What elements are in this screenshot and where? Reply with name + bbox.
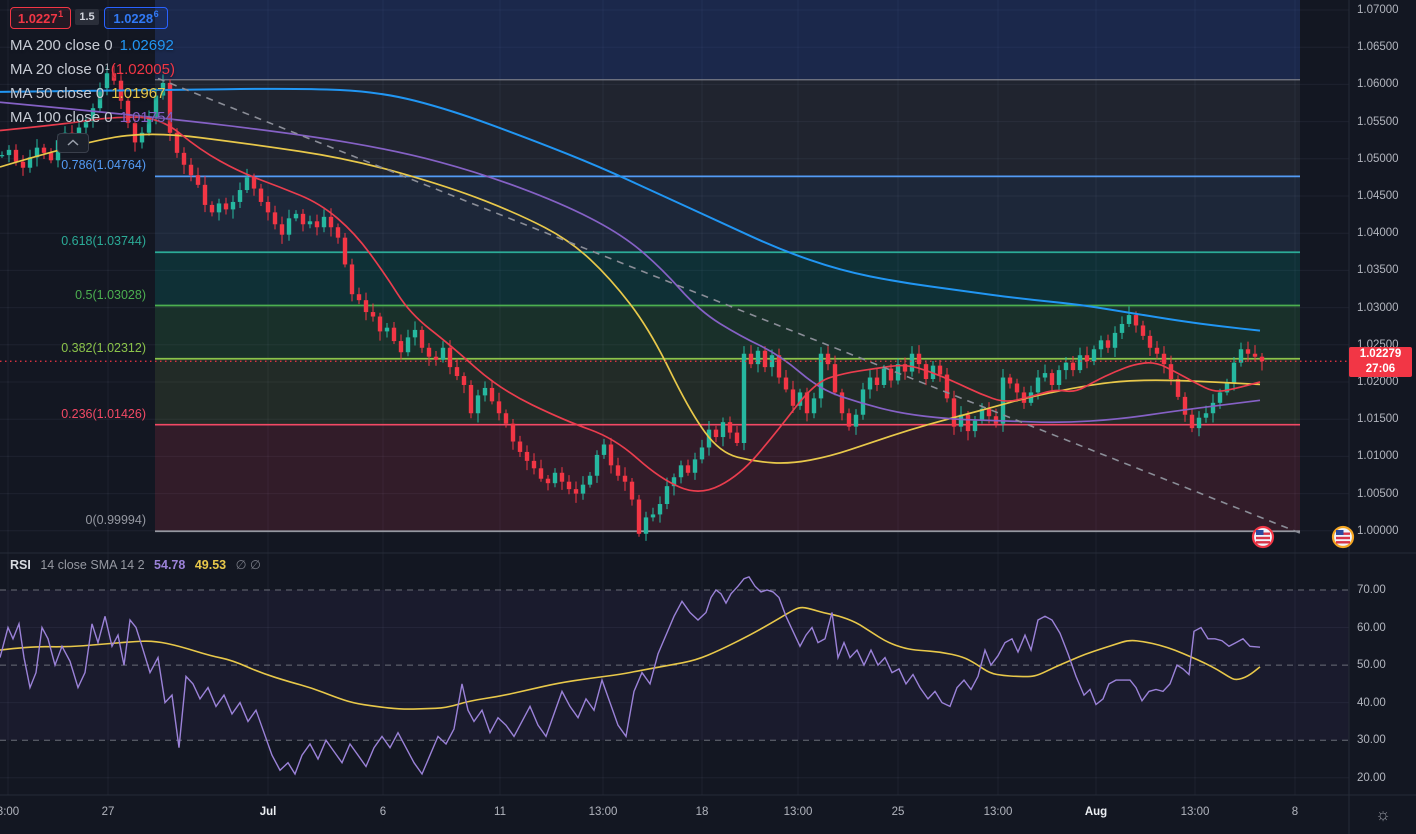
ma50-label: MA 50 close 0: [10, 85, 105, 102]
rsi-tick: 40.00: [1357, 696, 1386, 709]
price-tick: 1.05500: [1357, 115, 1399, 128]
time-tick: 6: [379, 806, 387, 818]
sell-button[interactable]: 1.0227 1: [10, 7, 71, 29]
legend-row-ma100[interactable]: MA 100 close 0 1.01754: [10, 109, 174, 126]
buy-price-sup: 6: [153, 9, 159, 19]
rsi-tick: 20.00: [1357, 771, 1386, 784]
bar-countdown: 27:06: [1365, 363, 1396, 375]
price-tick: 1.01500: [1357, 413, 1399, 426]
price-tick: 1.03500: [1357, 264, 1399, 277]
time-tick: 18: [695, 806, 709, 818]
ma100-label: MA 100 close 0: [10, 109, 113, 126]
time-tick: 3:00: [0, 806, 20, 818]
time-tick: 13:00: [983, 806, 1013, 818]
time-tick: 13:00: [588, 806, 618, 818]
buy-price: 1.0228: [113, 10, 154, 26]
ma100-value: 1.01754: [119, 109, 174, 126]
current-price: 1.02279: [1359, 348, 1402, 360]
chevron-up-icon: [67, 139, 79, 146]
ma50-value: 1.01967: [111, 85, 166, 102]
sell-price-sup: 1: [58, 9, 64, 19]
time-tick: Jul: [259, 806, 277, 818]
price-tick: 1.02000: [1357, 376, 1399, 388]
ma200-label: MA 200 close 0: [10, 37, 113, 54]
legend-row-ma200[interactable]: MA 200 close 0 1.02692: [10, 37, 174, 54]
rsi-tick: 70.00: [1357, 584, 1386, 596]
price-tick: 1.04000: [1357, 227, 1399, 240]
rsi-params: 14 close SMA 14 2: [40, 558, 145, 572]
price-tick: 1.04500: [1357, 190, 1399, 202]
us-flag-icon[interactable]: [1251, 525, 1275, 549]
time-tick: 13:00: [1180, 806, 1210, 818]
chart-canvas[interactable]: [0, 0, 1416, 834]
us-flag-icon[interactable]: [1331, 525, 1355, 549]
price-tick: 1.03000: [1357, 301, 1399, 314]
rsi-value: 54.78: [154, 558, 186, 572]
ma200-value: 1.02692: [119, 37, 174, 54]
time-tick: 13:00: [783, 806, 813, 818]
buy-button[interactable]: 1.0228 6: [104, 7, 168, 29]
time-tick: 27: [101, 806, 115, 818]
sell-price: 1.0227: [17, 10, 58, 26]
price-tick: 1.07000: [1357, 4, 1399, 16]
price-tick: 1.05000: [1357, 152, 1399, 165]
current-price-badge[interactable]: 1.02279 27:06: [1349, 347, 1412, 377]
legend-row-ma50[interactable]: MA 50 close 0 1.01967: [10, 85, 165, 102]
time-tick: 8: [1291, 806, 1299, 818]
ma20-value: (1.02005): [110, 61, 175, 78]
axis-settings-button[interactable]: ☼: [1350, 796, 1416, 834]
legend-row-ma20[interactable]: MA 20 close 01(1.02005): [10, 61, 175, 78]
rsi-tick: 50.00: [1357, 659, 1386, 672]
rsi-tick: 60.00: [1357, 621, 1386, 634]
price-tick: 1.00000: [1357, 524, 1399, 537]
spread-label: 1.5: [75, 9, 99, 25]
rsi-sma-value: 49.53: [194, 558, 227, 572]
ma20-sup: 1: [104, 62, 110, 72]
time-tick: Aug: [1084, 806, 1108, 818]
sun-icon: ☼: [1375, 805, 1391, 824]
fib-level-label[interactable]: 0.236(1.01426): [0, 407, 146, 421]
fib-level-label[interactable]: 0.5(1.03028): [0, 288, 146, 302]
price-tick: 1.06000: [1357, 78, 1399, 91]
fib-level-label[interactable]: 0.618(1.03744): [0, 234, 146, 248]
chart-window: { "header": { "sell": {"main": "1.0227",…: [0, 0, 1416, 834]
ma20-label: MA 20 close 0: [10, 61, 105, 78]
rsi-legend[interactable]: RSI 14 close SMA 14 2 54.78 49.53 ∅ ∅: [10, 557, 267, 572]
fib-level-label[interactable]: 0.382(1.02312): [0, 341, 146, 355]
legend-collapse-button[interactable]: [57, 133, 89, 153]
fib-level-label[interactable]: 0(0.99994): [0, 513, 146, 527]
fib-level-label[interactable]: 0.786(1.04764): [0, 158, 146, 172]
rsi-tick: 30.00: [1357, 734, 1386, 747]
time-tick: 11: [494, 806, 506, 818]
price-tick: 1.01000: [1357, 450, 1399, 463]
rsi-title: RSI: [10, 558, 31, 572]
rsi-extra-values: ∅ ∅: [235, 558, 261, 572]
price-tick: 1.06500: [1357, 41, 1399, 54]
price-tick: 1.00500: [1357, 487, 1399, 500]
time-tick: 25: [891, 806, 905, 818]
